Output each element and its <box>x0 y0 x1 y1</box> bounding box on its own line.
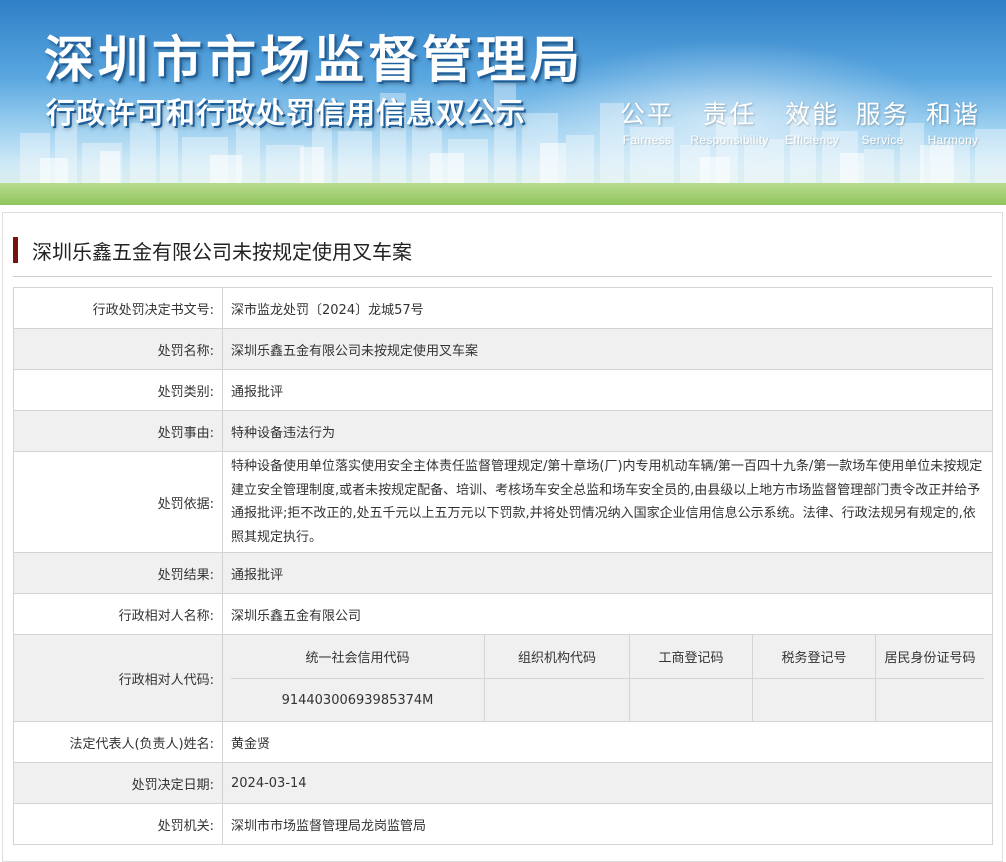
row-label: 行政相对人名称: <box>13 593 223 635</box>
case-title-text: 深圳乐鑫五金有限公司未按规定使用叉车案 <box>32 239 412 264</box>
row-value: 深圳市市场监督管理局龙岗监管局 <box>222 803 993 845</box>
table-row-decision-no: 行政处罚决定书文号: 深市监龙处罚〔2024〕龙城57号 <box>13 287 993 329</box>
row-label: 处罚机关: <box>13 803 223 845</box>
slogan-efficiency: 效能 Efficiency <box>785 95 839 147</box>
code-value <box>875 678 984 721</box>
slogan-cn: 效能 <box>785 100 840 129</box>
table-row-authority: 处罚机关: 深圳市市场监督管理局龙岗监管局 <box>13 803 993 845</box>
slogan-en: Harmony <box>927 133 979 147</box>
table-row-penalty-name: 处罚名称: 深圳乐鑫五金有限公司未按规定使用叉车案 <box>13 328 993 370</box>
row-label: 处罚名称: <box>13 328 223 370</box>
slogan-harmony: 和谐 Harmony <box>926 95 980 147</box>
code-value: 91440300693985374M <box>231 678 485 721</box>
code-value <box>629 678 753 721</box>
table-row-penalty-reason: 处罚事由: 特种设备违法行为 <box>13 410 993 452</box>
row-label: 处罚依据: <box>13 451 223 553</box>
code-value-row: 91440300693985374M <box>231 678 984 721</box>
table-row-party-code: 行政相对人代码: 统一社会信用代码 组织机构代码 工商登记码 税务登记号 居民身… <box>13 634 993 722</box>
slogan-en: Responsibility <box>690 133 769 147</box>
title-marker-bar <box>13 237 18 263</box>
row-value: 深圳乐鑫五金有限公司未按规定使用叉车案 <box>222 328 993 370</box>
row-value: 通报批评 <box>222 552 993 594</box>
code-header: 税务登记号 <box>752 635 876 679</box>
code-header: 组织机构代码 <box>484 635 630 679</box>
code-value <box>484 678 630 721</box>
party-code-subtable: 统一社会信用代码 组织机构代码 工商登记码 税务登记号 居民身份证号码 9144… <box>231 635 984 721</box>
slogan-cn: 服务 <box>855 100 910 129</box>
slogan-en: Service <box>861 133 904 147</box>
code-header: 统一社会信用代码 <box>231 635 485 679</box>
row-label: 行政处罚决定书文号: <box>13 287 223 329</box>
slogan-service: 服务 Service <box>856 95 910 147</box>
title-divider <box>13 276 992 277</box>
slogan-cn: 责任 <box>702 100 757 129</box>
table-row-penalty-basis: 处罚依据: 特种设备使用单位落实使用安全主体责任监督管理规定/第十章场(厂)内专… <box>13 451 993 553</box>
slogan-cn: 公平 <box>620 100 675 129</box>
row-label: 处罚类别: <box>13 369 223 411</box>
banner-ground <box>0 183 1006 205</box>
code-value <box>752 678 876 721</box>
row-value: 特种设备使用单位落实使用安全主体责任监督管理规定/第十章场(厂)内专用机动车辆/… <box>222 451 993 553</box>
content-panel: 深圳乐鑫五金有限公司未按规定使用叉车案 行政处罚决定书文号: 深市监龙处罚〔20… <box>2 212 1003 862</box>
row-label: 处罚结果: <box>13 552 223 594</box>
row-value: 2024-03-14 <box>222 762 993 804</box>
code-header: 工商登记码 <box>629 635 753 679</box>
slogan-en: Fairness <box>622 133 672 147</box>
row-value: 深市监龙处罚〔2024〕龙城57号 <box>222 287 993 329</box>
code-header: 居民身份证号码 <box>875 635 984 679</box>
case-title: 深圳乐鑫五金有限公司未按规定使用叉车案 <box>13 235 412 265</box>
party-code-cell: 统一社会信用代码 组织机构代码 工商登记码 税务登记号 居民身份证号码 9144… <box>222 634 993 722</box>
slogan-en: Efficiency <box>785 133 840 147</box>
penalty-basis-text: 特种设备使用单位落实使用安全主体责任监督管理规定/第十章场(厂)内专用机动车辆/… <box>231 459 983 545</box>
code-header-row: 统一社会信用代码 组织机构代码 工商登记码 税务登记号 居民身份证号码 <box>231 635 984 679</box>
table-row-penalty-type: 处罚类别: 通报批评 <box>13 369 993 411</box>
row-value: 特种设备违法行为 <box>222 410 993 452</box>
slogan-responsibility: 责任 Responsibility <box>690 95 768 147</box>
slogan-fairness: 公平 Fairness <box>620 95 674 147</box>
penalty-info-table: 行政处罚决定书文号: 深市监龙处罚〔2024〕龙城57号 处罚名称: 深圳乐鑫五… <box>13 287 993 845</box>
row-label: 法定代表人(负责人)姓名: <box>13 721 223 763</box>
row-label: 处罚决定日期: <box>13 762 223 804</box>
site-title: 深圳市市场监督管理局 <box>44 31 584 89</box>
row-value: 通报批评 <box>222 369 993 411</box>
table-row-legal-rep: 法定代表人(负责人)姓名: 黄金贤 <box>13 721 993 763</box>
row-value: 深圳乐鑫五金有限公司 <box>222 593 993 635</box>
row-label: 处罚事由: <box>13 410 223 452</box>
slogan-cn: 和谐 <box>925 100 980 129</box>
row-value: 黄金贤 <box>222 721 993 763</box>
row-label: 行政相对人代码: <box>13 634 223 722</box>
table-row-decision-date: 处罚决定日期: 2024-03-14 <box>13 762 993 804</box>
table-row-penalty-result: 处罚结果: 通报批评 <box>13 552 993 594</box>
site-subtitle: 行政许可和行政处罚信用信息双公示 <box>46 96 527 130</box>
slogan-row: 公平 Fairness 责任 Responsibility 效能 Efficie… <box>620 95 980 147</box>
header-banner: 深圳市市场监督管理局 行政许可和行政处罚信用信息双公示 公平 Fairness … <box>0 0 1006 205</box>
table-row-party-name: 行政相对人名称: 深圳乐鑫五金有限公司 <box>13 593 993 635</box>
